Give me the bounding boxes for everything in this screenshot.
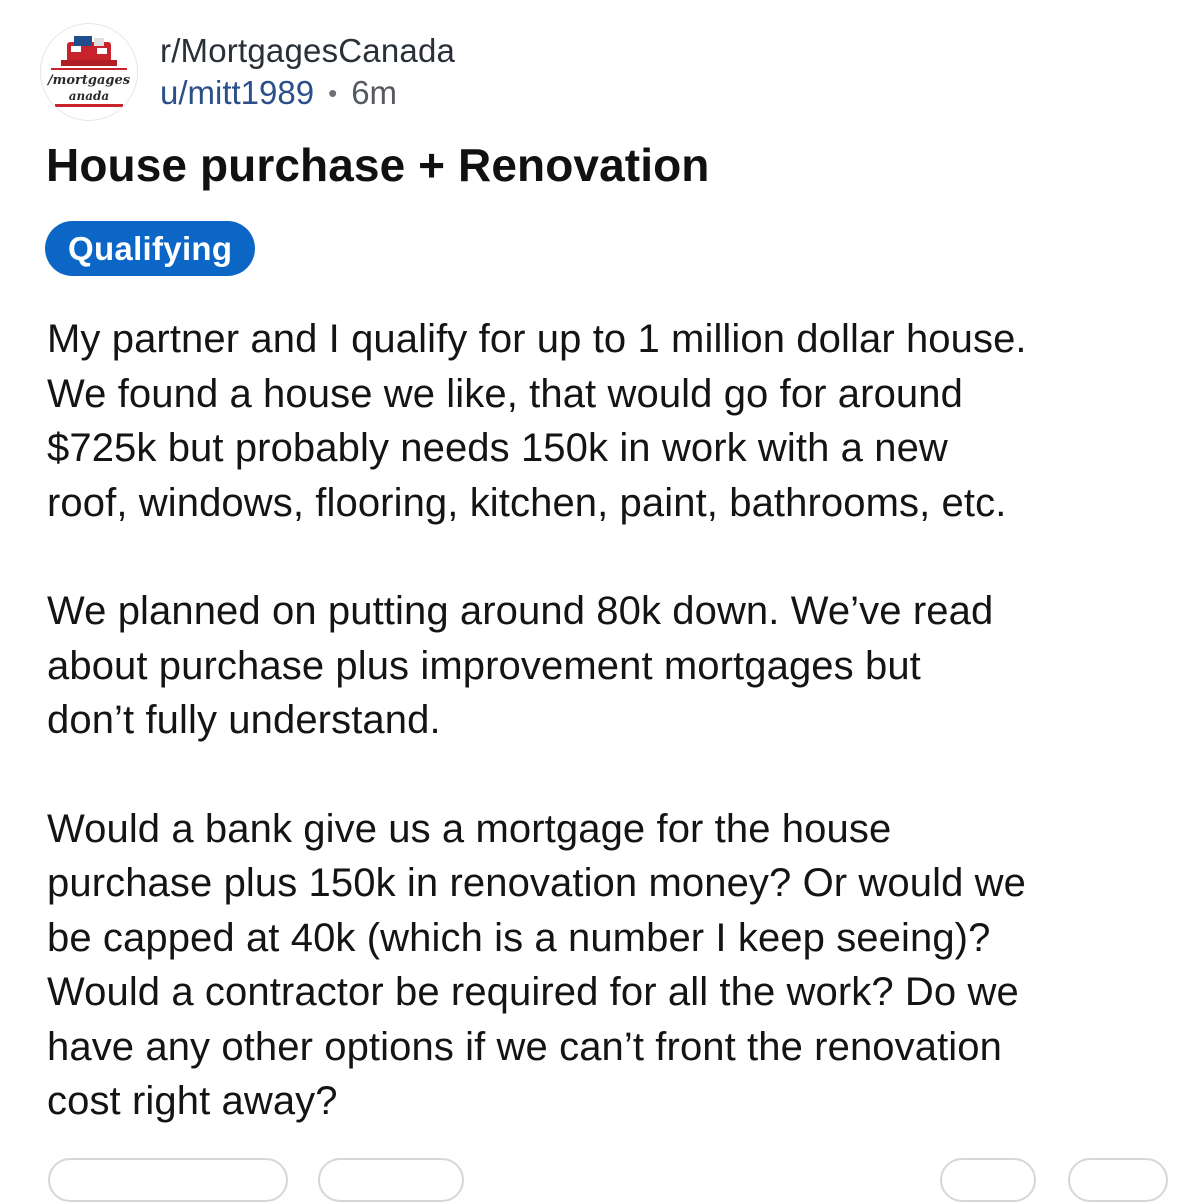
- avatar-graphic: [42, 25, 136, 119]
- post-header: /mortgages anada r/MortgagesCanada u/mit…: [40, 22, 455, 122]
- share-button[interactable]: [1068, 1158, 1168, 1202]
- avatar-label-line1: /mortgages: [47, 73, 131, 88]
- award-button[interactable]: [940, 1158, 1036, 1202]
- separator-dot: •: [328, 78, 338, 108]
- body-line: cost right away?: [47, 1079, 338, 1123]
- body-line: have any other options if we can’t front…: [47, 1024, 1002, 1069]
- body-paragraph-3: Would a bank give us a mortgage for the …: [47, 802, 1187, 1129]
- body-line: We planned on putting around 80k down. W…: [47, 589, 994, 633]
- body-line: $725k but probably needs 150k in work wi…: [47, 426, 948, 470]
- post-body: My partner and I qualify for up to 1 mil…: [47, 312, 1187, 1183]
- avatar-label-line2: anada: [68, 89, 110, 103]
- post-meta: r/MortgagesCanada u/mitt1989 • 6m: [160, 24, 455, 120]
- body-paragraph-1: My partner and I qualify for up to 1 mil…: [47, 312, 1187, 530]
- author-link[interactable]: u/mitt1989: [160, 72, 314, 114]
- post-action-bar: [0, 1158, 1200, 1202]
- post-age: 6m: [351, 74, 398, 111]
- body-line: We found a house we like, that would go …: [47, 371, 963, 416]
- subreddit-link[interactable]: r/MortgagesCanada: [160, 30, 455, 72]
- body-line: Would a contractor be required for all t…: [47, 970, 1019, 1014]
- body-line: don’t fully understand.: [47, 698, 441, 742]
- comments-button[interactable]: [318, 1158, 464, 1202]
- body-line: Would a bank give us a mortgage for the …: [47, 806, 892, 851]
- subreddit-avatar-icon[interactable]: /mortgages anada: [40, 23, 138, 121]
- body-line: be capped at 40k (which is a number I ke…: [47, 915, 991, 960]
- flair-badge[interactable]: Qualifying: [45, 221, 256, 276]
- vote-button[interactable]: [48, 1158, 288, 1202]
- body-paragraph-2: We planned on putting around 80k down. W…: [47, 584, 1187, 748]
- body-line: about purchase plus improvement mortgage…: [47, 643, 921, 688]
- body-line: roof, windows, flooring, kitchen, paint,…: [47, 480, 1007, 525]
- post-title: House purchase + Renovation: [46, 139, 710, 191]
- author-row: u/mitt1989 • 6m: [160, 72, 455, 114]
- body-line: purchase plus 150k in renovation money? …: [47, 861, 1026, 905]
- body-line: My partner and I qualify for up to 1 mil…: [47, 317, 1027, 361]
